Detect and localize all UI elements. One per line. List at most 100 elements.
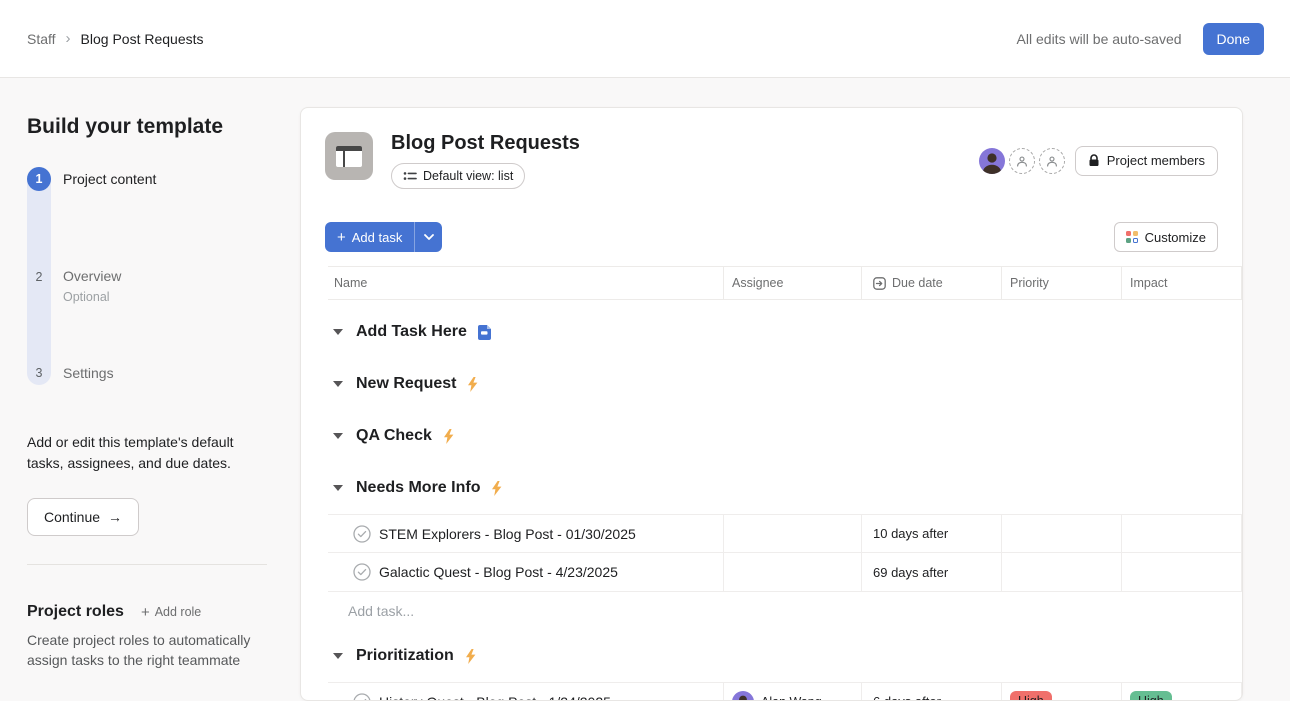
add-task-inline-row[interactable]: Add task... (328, 592, 1242, 630)
step-description: Add or edit this template's default task… (27, 432, 267, 474)
add-task-label: Add task (352, 230, 403, 245)
column-header-due-date[interactable]: Due date (862, 267, 1002, 299)
assignee-cell[interactable] (724, 515, 862, 552)
assignee-avatar (732, 691, 754, 701)
task-complete-check-icon[interactable] (353, 693, 371, 701)
priority-cell[interactable] (1002, 553, 1122, 591)
due-date-cell[interactable]: 6 days after (862, 683, 1002, 701)
section-header-prioritization[interactable]: Prioritization (328, 630, 1242, 682)
empty-avatar-placeholder[interactable] (1039, 148, 1065, 174)
template-builder-sidebar: Build your template 1 Project content 2 … (27, 78, 267, 701)
caret-down-icon[interactable] (333, 381, 343, 387)
add-task-placeholder: Add task... (348, 603, 414, 619)
project-members-button[interactable]: Project members (1075, 146, 1218, 176)
task-name[interactable]: STEM Explorers - Blog Post - 01/30/2025 (379, 526, 636, 542)
task-table: Name Assignee Due date Priority Impact A… (328, 266, 1242, 701)
column-header-label: Due date (892, 276, 943, 290)
customize-label: Customize (1145, 230, 1206, 245)
customize-button[interactable]: Customize (1114, 222, 1218, 252)
lock-icon (1088, 154, 1100, 167)
default-view-label: Default view: list (423, 169, 513, 183)
task-complete-check-icon[interactable] (353, 525, 371, 543)
step-label-settings[interactable]: Settings (63, 364, 114, 382)
plus-icon: + (337, 229, 346, 246)
add-task-split-button: + Add task (325, 222, 442, 252)
step-indicator: 1 Project content 2 Overview Optional 3 … (27, 167, 267, 385)
due-date-cell[interactable]: 69 days after (862, 553, 1002, 591)
task-row[interactable]: History Quest - Blog Post - 1/24/2025 Al… (328, 682, 1242, 701)
continue-button[interactable]: Continue → (27, 498, 139, 536)
plus-icon: + (141, 604, 150, 621)
column-header-priority[interactable]: Priority (1002, 267, 1122, 299)
form-icon[interactable] (478, 325, 491, 340)
column-header-impact[interactable]: Impact (1122, 267, 1242, 299)
task-complete-check-icon[interactable] (353, 563, 371, 581)
section-title: QA Check (356, 427, 432, 445)
section-title: Needs More Info (356, 479, 480, 497)
step-label-project-content[interactable]: Project content (63, 170, 156, 188)
assignee-cell[interactable]: Alan Wang (724, 683, 862, 701)
sidebar-title: Build your template (27, 115, 267, 139)
add-task-button[interactable]: + Add task (325, 222, 414, 252)
breadcrumb: Staff › Blog Post Requests (27, 30, 204, 47)
step-number-1[interactable]: 1 (27, 167, 51, 191)
step-label-overview[interactable]: Overview Optional (63, 267, 121, 306)
project-template-icon (325, 132, 373, 180)
section-header-add-task-here[interactable]: Add Task Here (328, 306, 1242, 358)
arrow-right-icon: → (108, 509, 122, 525)
step-number-3[interactable]: 3 (27, 361, 51, 385)
step-sublabel: Optional (63, 288, 121, 306)
list-view-icon (403, 170, 417, 182)
column-header-assignee[interactable]: Assignee (724, 267, 862, 299)
bolt-icon[interactable] (467, 377, 478, 392)
continue-label: Continue (44, 509, 100, 525)
section-header-needs-more-info[interactable]: Needs More Info (328, 462, 1242, 514)
impact-cell[interactable] (1122, 553, 1242, 591)
caret-down-icon[interactable] (333, 485, 343, 491)
caret-down-icon[interactable] (333, 433, 343, 439)
autosave-note: All edits will be auto-saved (1017, 31, 1182, 47)
relative-due-date-icon (873, 277, 886, 290)
project-title[interactable]: Blog Post Requests (391, 132, 580, 155)
task-row[interactable]: Galactic Quest - Blog Post - 4/23/2025 6… (328, 553, 1242, 592)
breadcrumb-parent[interactable]: Staff (27, 31, 56, 47)
done-button[interactable]: Done (1203, 23, 1264, 55)
priority-cell[interactable]: High (1002, 683, 1122, 701)
default-view-pill[interactable]: Default view: list (391, 163, 525, 189)
assignee-name: Alan Wang (761, 695, 822, 701)
caret-down-icon[interactable] (333, 329, 343, 335)
customize-grid-icon (1126, 231, 1138, 243)
caret-down-icon[interactable] (333, 653, 343, 659)
bolt-icon[interactable] (491, 481, 502, 496)
chevron-down-icon (424, 234, 434, 240)
impact-badge[interactable]: High (1130, 691, 1172, 701)
task-row[interactable]: STEM Explorers - Blog Post - 01/30/2025 … (328, 514, 1242, 553)
add-role-label: Add role (155, 605, 202, 619)
bolt-icon[interactable] (465, 649, 476, 664)
project-roles-title: Project roles (27, 603, 124, 621)
sidebar-divider (27, 564, 267, 565)
top-bar: Staff › Blog Post Requests All edits wil… (0, 0, 1290, 78)
step-number-2[interactable]: 2 (27, 265, 51, 289)
priority-badge[interactable]: High (1010, 691, 1052, 701)
member-avatar[interactable] (979, 148, 1005, 174)
priority-cell[interactable] (1002, 515, 1122, 552)
step-label-text: Overview (63, 268, 121, 284)
section-header-qa-check[interactable]: QA Check (328, 410, 1242, 462)
assignee-cell[interactable] (724, 553, 862, 591)
impact-cell[interactable]: High (1122, 683, 1242, 701)
due-date-cell[interactable]: 10 days after (862, 515, 1002, 552)
task-name[interactable]: Galactic Quest - Blog Post - 4/23/2025 (379, 564, 618, 580)
column-header-name[interactable]: Name (328, 267, 724, 299)
impact-cell[interactable] (1122, 515, 1242, 552)
empty-avatar-placeholder[interactable] (1009, 148, 1035, 174)
section-header-new-request[interactable]: New Request (328, 358, 1242, 410)
bolt-icon[interactable] (443, 429, 454, 444)
section-title: Prioritization (356, 647, 454, 665)
chevron-right-icon: › (66, 30, 71, 47)
project-roles-description: Create project roles to automatically as… (27, 630, 272, 670)
add-role-button[interactable]: + Add role (141, 604, 201, 621)
project-members-label: Project members (1107, 153, 1205, 168)
add-task-dropdown-button[interactable] (414, 222, 442, 252)
task-name[interactable]: History Quest - Blog Post - 1/24/2025 (379, 694, 611, 701)
